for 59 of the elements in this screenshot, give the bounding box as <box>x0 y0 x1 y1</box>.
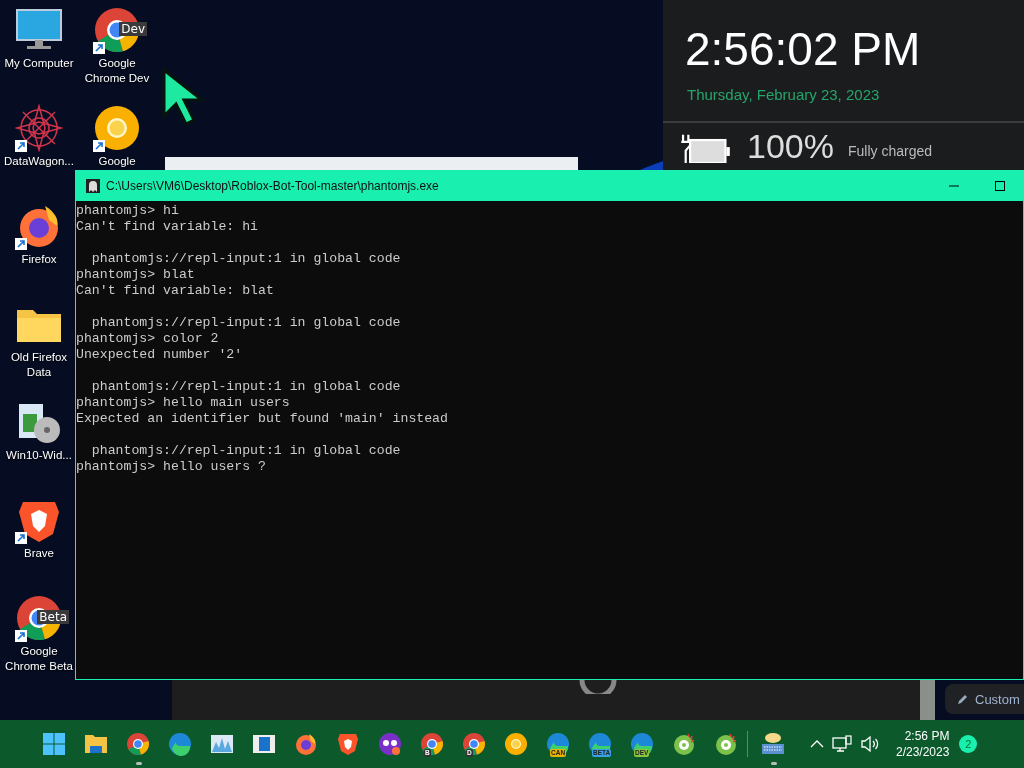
clock-date: Thursday, February 23, 2023 <box>687 86 881 103</box>
chrome-icon <box>126 732 150 756</box>
battery-percent: 100% <box>747 129 834 163</box>
desktop-icon-label[interactable]: Old Firefox Data <box>0 350 78 380</box>
star-burst-icon[interactable] <box>15 104 63 152</box>
console-line: phantomjs://repl-input:1 in global code <box>90 379 401 394</box>
desktop-icon-label[interactable]: DataWagon... <box>0 154 78 169</box>
edge-icon <box>168 732 192 756</box>
icon-badge: Dev <box>119 22 147 36</box>
battery-status: Fully charged <box>847 143 932 159</box>
console-line: phantomjs> hello main users <box>76 395 290 410</box>
disc-icon <box>672 732 696 756</box>
console-line: phantomjs> hi <box>76 203 179 218</box>
desktop-icon-label[interactable]: Google Chrome Dev <box>78 56 156 86</box>
window-panel-icon <box>252 732 276 756</box>
speaker-icon[interactable] <box>860 735 880 753</box>
pencil-icon <box>957 693 969 705</box>
firefox-icon <box>294 732 318 756</box>
ghost-icon <box>86 179 100 193</box>
chevron-up-icon[interactable] <box>810 740 824 748</box>
desktop-icon-label[interactable]: Brave <box>0 546 78 561</box>
chrome-icon <box>462 732 486 756</box>
taskbar-time: 2:56 PM <box>904 728 950 744</box>
chrome-icon <box>420 732 444 756</box>
console-line: phantomjs://repl-input:1 in global code <box>90 315 401 330</box>
chrome-canary-icon[interactable] <box>93 104 141 152</box>
console-line: phantomjs://repl-input:1 in global code <box>90 443 401 458</box>
console-line: phantomjs> color 2 <box>76 331 219 346</box>
windows-logo-icon <box>42 732 66 756</box>
desktop-icon-label[interactable]: Google Chrome Beta <box>0 644 78 674</box>
icon-badge: Beta <box>37 610 69 624</box>
battery-plug-icon <box>679 133 733 163</box>
console-line: Unexpected number '2' <box>76 347 243 362</box>
taskbar-clock[interactable]: 2:56 PM 2/23/2023 <box>894 728 952 760</box>
console-line: Expected an identifier but found 'main' instead <box>76 411 448 426</box>
lion-shield-icon <box>336 732 360 756</box>
console-line: Can't find variable: hi <box>76 219 259 234</box>
chart-window-icon <box>210 732 234 756</box>
disc-icon <box>714 732 738 756</box>
desktop-icon-label[interactable]: Win10-Wid... <box>0 448 78 463</box>
console-line: Can't find variable: blat <box>76 283 274 298</box>
mask-icon <box>378 732 402 756</box>
console-line: phantomjs> hello users ? <box>76 459 266 474</box>
desktop-icon-label[interactable]: Google <box>78 154 156 169</box>
clock-time: 2:56:02 PM <box>685 22 922 76</box>
window-title: C:\Users\VM6\Desktop\Roblox-Bot-Tool-master\phantomjs.exe <box>106 179 440 193</box>
notification-count[interactable]: 2 <box>959 735 978 753</box>
network-icon[interactable] <box>832 735 852 753</box>
folder-icon <box>84 732 108 756</box>
desktop-icon-label[interactable]: Firefox <box>0 252 78 267</box>
console-line: phantomjs> blat <box>76 267 195 282</box>
console-line: phantomjs://repl-input:1 in global code <box>90 251 401 266</box>
desktop-icon-label[interactable]: My Computer <box>0 56 78 71</box>
ring-icon <box>578 680 618 694</box>
chrome-canary-icon <box>504 732 528 756</box>
customize-button[interactable]: Custom <box>945 684 1024 714</box>
maximize-icon <box>995 181 1005 191</box>
keyboard-icon <box>761 732 785 756</box>
taskbar-date: 2/23/2023 <box>896 744 950 760</box>
